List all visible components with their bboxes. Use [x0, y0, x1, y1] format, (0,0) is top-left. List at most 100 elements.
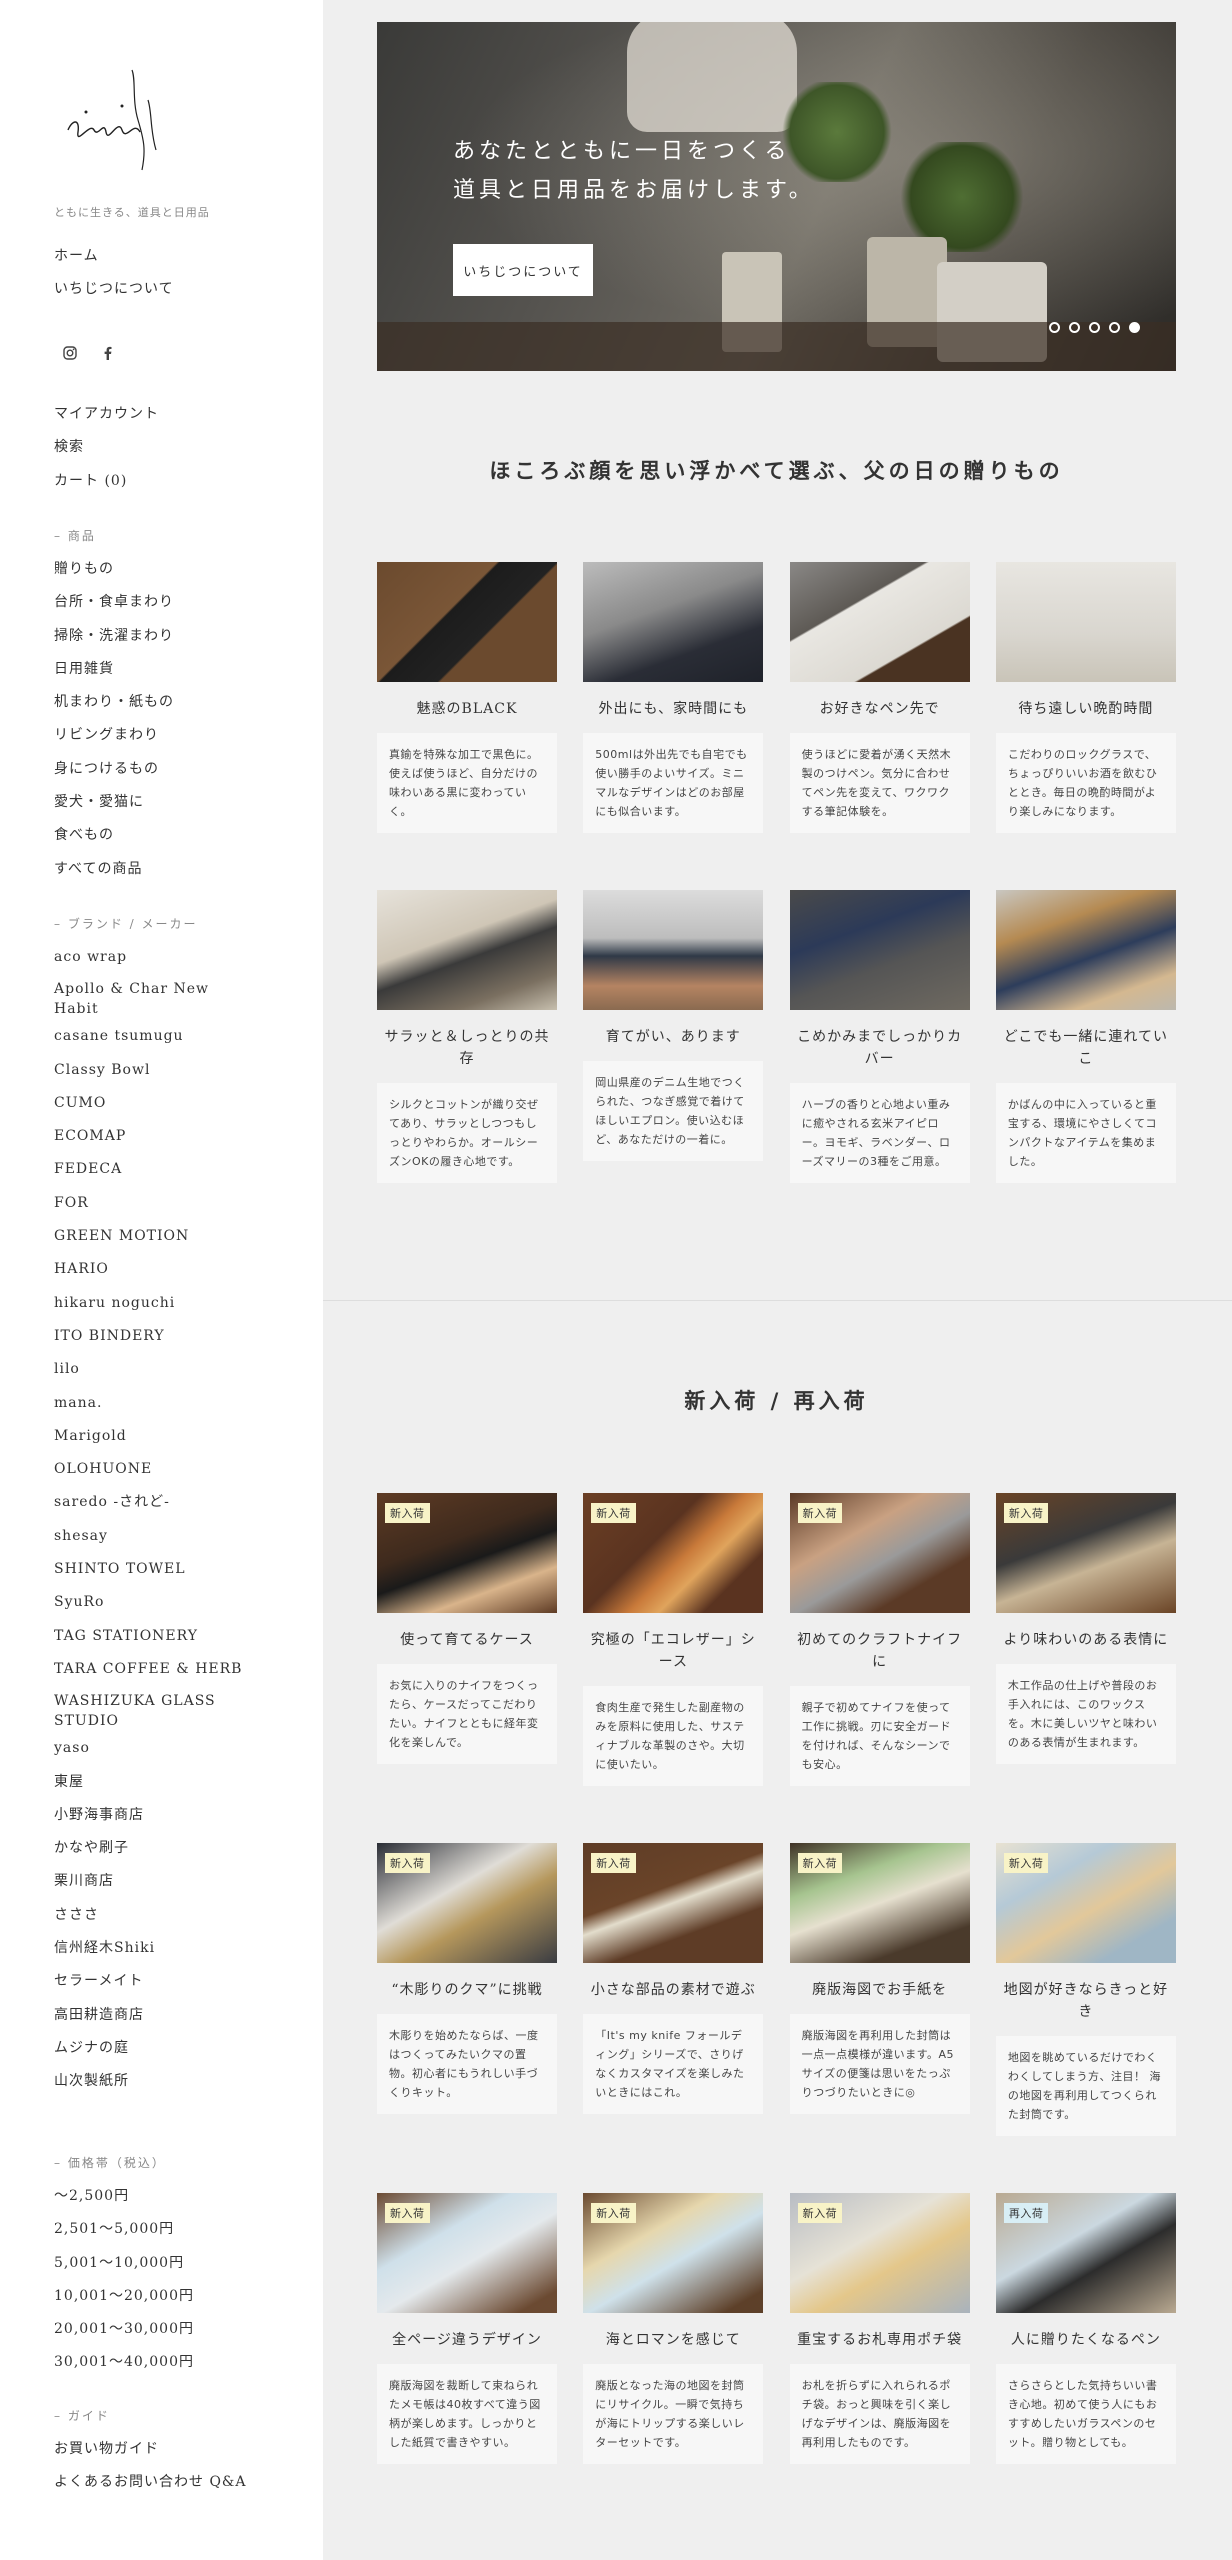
slider-dot[interactable] [1069, 322, 1080, 333]
nav-link-brands[interactable]: ITO BINDERY [54, 1320, 254, 1353]
nav-link-brands[interactable]: TAG STATIONERY [54, 1620, 254, 1653]
nav-link-brands[interactable]: OLOHUONE [54, 1453, 254, 1486]
brand-logo[interactable] [60, 60, 170, 180]
nav-link-products[interactable]: 日用雑貨 [54, 653, 174, 686]
instagram-icon[interactable] [62, 345, 78, 361]
product-card[interactable]: こめかみまでしっかりカバー ハーブの香りと心地よい重みに癒やされる玄米アイピロー。… [789, 890, 970, 1183]
nav-link-brands[interactable]: aco wrap [54, 941, 254, 974]
product-title[interactable]: サラッと＆しっとりの共存 [377, 1026, 557, 1070]
nav-link-products[interactable]: 机まわり・紙もの [54, 686, 174, 719]
nav-link-brands[interactable]: lilo [54, 1353, 254, 1386]
product-title[interactable]: 廃版海図でお手紙を [790, 1979, 970, 2001]
product-title[interactable]: より味わいのある表情に [996, 1629, 1176, 1651]
hero-slider[interactable]: あなたとともに一日をつくる 道具と日用品をお届けします。 いちじつについて [377, 22, 1176, 371]
hero-about-button[interactable]: いちじつについて [453, 244, 593, 296]
product-title[interactable]: 外出にも、家時間にも [583, 698, 763, 720]
product-image[interactable]: 新入荷 [995, 1493, 1176, 1613]
facebook-icon[interactable] [100, 345, 116, 361]
product-image[interactable]: 新入荷 [583, 2193, 764, 2313]
product-title[interactable]: 究極の「エコレザー」シース [583, 1629, 763, 1673]
nav-link-primary_nav[interactable]: いちじつについて [54, 273, 174, 306]
nav-link-brands[interactable]: 栗川商店 [54, 1865, 254, 1898]
slider-dot[interactable] [1109, 322, 1120, 333]
nav-link-brands[interactable]: ムジナの庭 [54, 2032, 254, 2065]
product-image[interactable]: 新入荷 [789, 2193, 970, 2313]
nav-link-brands[interactable]: FOR [54, 1187, 254, 1220]
product-card[interactable]: 魅惑のBLACK 真鍮を特殊な加工で黒色に。使えば使うほど、自分だけの味わいある黒… [377, 562, 557, 833]
nav-link-primary_nav[interactable]: ホーム [54, 240, 174, 273]
nav-link-prices[interactable]: 30,001〜40,000円 [54, 2346, 194, 2379]
product-image[interactable] [995, 562, 1176, 682]
nav-link-brands[interactable]: HARIO [54, 1253, 254, 1286]
product-image[interactable] [377, 562, 557, 682]
nav-link-brands[interactable]: casane tsumugu [54, 1020, 254, 1053]
nav-link-products[interactable]: 食べもの [54, 819, 174, 852]
nav-link-products[interactable]: 台所・食卓まわり [54, 586, 174, 619]
product-card[interactable]: 待ち遠しい晩酌時間 こだわりのロックグラスで、ちょっぴりいいお酒を飲むひととき。毎… [995, 562, 1176, 833]
nav-link-products[interactable]: 贈りもの [54, 553, 174, 586]
product-image[interactable]: 再入荷 [995, 2193, 1176, 2313]
product-image[interactable] [789, 562, 970, 682]
product-card[interactable]: どこでも一緒に連れていこ かばんの中に入っていると重宝する、環境にやさしくてコンパ… [995, 890, 1176, 1183]
nav-link-products[interactable]: すべての商品 [54, 853, 174, 886]
nav-link-prices[interactable]: 5,001〜10,000円 [54, 2247, 194, 2280]
product-image[interactable]: 新入荷 [583, 1843, 764, 1963]
product-title[interactable]: 全ページ違うデザイン [377, 2329, 557, 2351]
nav-link-prices[interactable]: 10,001〜20,000円 [54, 2280, 194, 2313]
product-card[interactable]: 新入荷 究極の「エコレザー」シース 食肉生産で発生した副産物のみを原料に使用した、サ… [583, 1493, 764, 1786]
nav-link-products[interactable]: 身につけるもの [54, 753, 174, 786]
product-card[interactable]: 新入荷 使って育てるケース お気に入りのナイフをつくったら、ケースだってこだわりたい… [377, 1493, 557, 1764]
nav-link-prices[interactable]: 20,001〜30,000円 [54, 2313, 194, 2346]
product-image[interactable] [583, 890, 764, 1010]
nav-link-account_nav[interactable]: 検索 [54, 431, 159, 464]
nav-link-brands[interactable]: CUMO [54, 1087, 254, 1120]
nav-link-brands[interactable]: saredo -されど- [54, 1486, 254, 1519]
product-card[interactable]: 新入荷 海とロマンを感じて 廃版となった海の地図を封筒にリサイクル。一瞬で気持ちが海… [583, 2193, 764, 2464]
product-card[interactable]: 新入荷 初めてのクラフトナイフに 親子で初めてナイフを使って工作に挑戦。刃に安全ガー… [789, 1493, 970, 1786]
product-card[interactable]: 新入荷 廃版海図でお手紙を 廃版海図を再利用した封筒は一点一点模様が違います。A5サ… [789, 1843, 970, 2114]
slider-dot[interactable] [1049, 322, 1060, 333]
product-card[interactable]: 新入荷 “木彫りのクマ”に挑戦 木彫りを始めたならば、一度はつくってみたいクマの置物… [377, 1843, 557, 2114]
nav-link-brands[interactable]: SHINTO TOWEL [54, 1553, 254, 1586]
nav-link-brands[interactable]: 高田耕造商店 [54, 1999, 254, 2032]
product-card[interactable]: お好きなペン先で 使うほどに愛着が湧く天然木製のつけペン。気分に合わせてペン先を変… [789, 562, 970, 833]
product-title[interactable]: どこでも一緒に連れていこ [996, 1026, 1176, 1070]
nav-link-guide[interactable]: よくあるお問い合わせ Q&A [54, 2466, 247, 2499]
nav-link-brands[interactable]: hikaru noguchi [54, 1287, 254, 1320]
product-title[interactable]: 海とロマンを感じて [583, 2329, 763, 2351]
product-image[interactable] [789, 890, 970, 1010]
product-image[interactable]: 新入荷 [583, 1493, 764, 1613]
nav-link-brands[interactable]: Marigold [54, 1420, 254, 1453]
nav-link-brands[interactable]: 東屋 [54, 1766, 254, 1799]
product-image[interactable]: 新入荷 [377, 1843, 557, 1963]
product-image[interactable]: 新入荷 [995, 1843, 1176, 1963]
nav-link-products[interactable]: 愛犬・愛猫に [54, 786, 174, 819]
nav-link-brands[interactable]: shesay [54, 1520, 254, 1553]
nav-link-prices[interactable]: 〜2,500円 [54, 2180, 194, 2213]
product-title[interactable]: 育てがい、あります [583, 1026, 763, 1048]
product-title[interactable]: 地図が好きならきっと好き [996, 1979, 1176, 2023]
nav-link-brands[interactable]: TARA COFFEE & HERB [54, 1653, 254, 1686]
product-title[interactable]: 使って育てるケース [377, 1629, 557, 1651]
product-card[interactable]: 新入荷 小さな部品の素材で遊ぶ 「It's my knife フォールディング」シリ… [583, 1843, 764, 2114]
product-title[interactable]: こめかみまでしっかりカバー [790, 1026, 970, 1070]
product-title[interactable]: “木彫りのクマ”に挑戦 [377, 1979, 557, 2001]
product-title[interactable]: 魅惑のBLACK [377, 698, 557, 720]
product-card[interactable]: 育てがい、あります 岡山県産のデニム生地でつくられた、つなぎ感覚で着けてほしいエプ… [583, 890, 764, 1161]
nav-link-brands[interactable]: GREEN MOTION [54, 1220, 254, 1253]
nav-link-brands[interactable]: 小野海事商店 [54, 1799, 254, 1832]
nav-link-account_nav[interactable]: カート (0) [54, 465, 159, 498]
product-title[interactable]: 小さな部品の素材で遊ぶ [583, 1979, 763, 2001]
product-image[interactable] [583, 562, 764, 682]
product-title[interactable]: 待ち遠しい晩酌時間 [996, 698, 1176, 720]
product-card[interactable]: 新入荷 より味わいのある表情に 木工作品の仕上げや普段のお手入れには、このワックスを… [995, 1493, 1176, 1764]
product-card[interactable]: 新入荷 地図が好きならきっと好き 地図を眺めているだけでわくわくしてしまう方、注目！… [995, 1843, 1176, 2136]
product-image[interactable]: 新入荷 [789, 1843, 970, 1963]
product-image[interactable] [995, 890, 1176, 1010]
product-card[interactable]: 外出にも、家時間にも 500mlは外出先でも自宅でも使い勝手のよいサイズ。ミニマル… [583, 562, 764, 833]
nav-link-brands[interactable]: Classy Bowl [54, 1054, 254, 1087]
product-image[interactable]: 新入荷 [789, 1493, 970, 1613]
nav-link-account_nav[interactable]: マイアカウント [54, 398, 159, 431]
product-card[interactable]: 再入荷 人に贈りたくなるペン さらさらとした気持ちいい書き心地。初めて使う人にもおす… [995, 2193, 1176, 2464]
nav-link-brands[interactable]: ECOMAP [54, 1120, 254, 1153]
